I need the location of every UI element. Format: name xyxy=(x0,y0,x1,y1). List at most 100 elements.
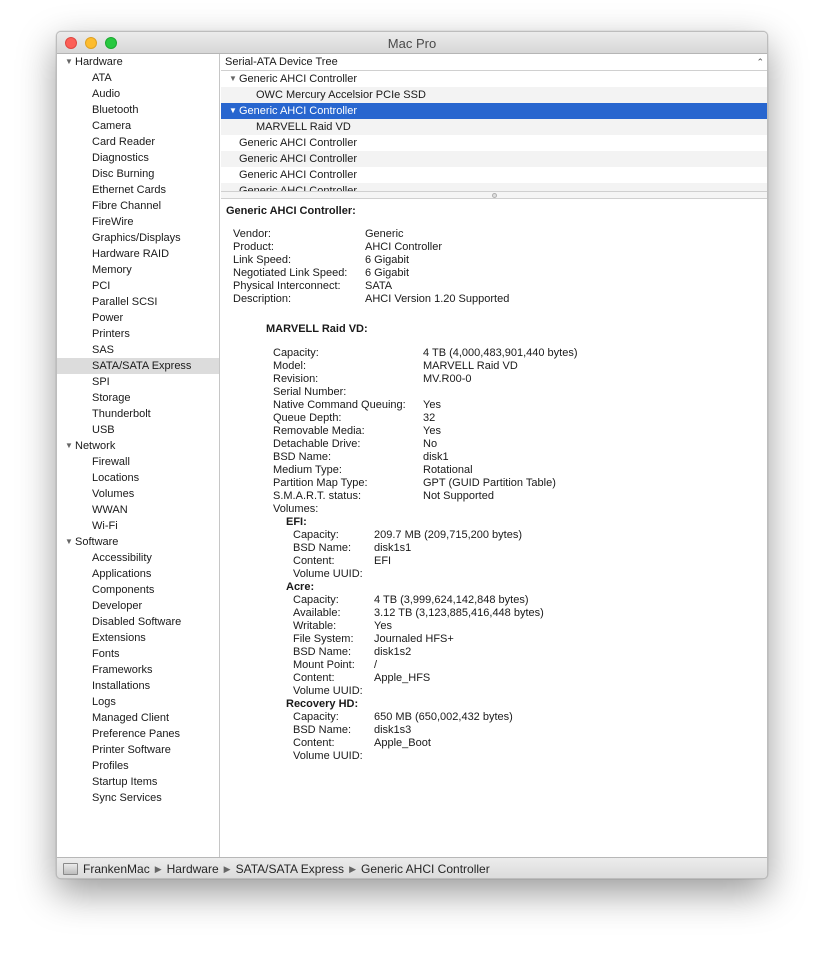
sidebar-item-hardware-raid[interactable]: Hardware RAID xyxy=(57,246,219,262)
sidebar-item-frameworks[interactable]: Frameworks xyxy=(57,662,219,678)
tree-row[interactable]: Generic AHCI Controller xyxy=(221,183,767,191)
sidebar-item-camera[interactable]: Camera xyxy=(57,118,219,134)
sidebar-item-components[interactable]: Components xyxy=(57,582,219,598)
property-value: Apple_Boot xyxy=(374,737,431,749)
sidebar-item-volumes[interactable]: Volumes xyxy=(57,486,219,502)
sidebar-item-ethernet-cards[interactable]: Ethernet Cards xyxy=(57,182,219,198)
sidebar-item-fonts[interactable]: Fonts xyxy=(57,646,219,662)
property-value: 32 xyxy=(423,412,436,424)
property-key: BSD Name: xyxy=(273,451,332,463)
property-value: disk1 xyxy=(423,451,449,463)
tree-row[interactable]: Generic AHCI Controller xyxy=(221,167,767,183)
property-value: Not Supported xyxy=(423,490,494,502)
sidebar-item-power[interactable]: Power xyxy=(57,310,219,326)
sidebar-item-memory[interactable]: Memory xyxy=(57,262,219,278)
property-key: Capacity: xyxy=(293,529,339,541)
property-value: Generic xyxy=(365,228,404,240)
sidebar-group-software[interactable]: ▼ Software xyxy=(57,534,219,550)
tree-row[interactable]: Generic AHCI Controller xyxy=(221,151,767,167)
sidebar-item-logs[interactable]: Logs xyxy=(57,694,219,710)
sidebar-item-printer-software[interactable]: Printer Software xyxy=(57,742,219,758)
sidebar-item-pci[interactable]: PCI xyxy=(57,278,219,294)
property-value: Journaled HFS+ xyxy=(374,633,454,645)
tree-row[interactable]: ▼ Generic AHCI Controller xyxy=(221,71,767,87)
breadcrumb-frankenmac[interactable]: FrankenMac xyxy=(83,862,150,876)
sidebar-group-hardware[interactable]: ▼ Hardware xyxy=(57,54,219,70)
tree-row[interactable]: Generic AHCI Controller xyxy=(221,135,767,151)
sidebar-item-sync-services[interactable]: Sync Services xyxy=(57,790,219,806)
sidebar-item-firewall[interactable]: Firewall xyxy=(57,454,219,470)
sidebar-item-sata-sata-express[interactable]: SATA/SATA Express xyxy=(57,358,219,374)
splitter-handle-icon[interactable] xyxy=(492,193,497,198)
property-value: SATA xyxy=(365,280,393,292)
sidebar-item-wi-fi[interactable]: Wi-Fi xyxy=(57,518,219,534)
sidebar-item-ata[interactable]: ATA xyxy=(57,70,219,86)
disclosure-triangle-icon[interactable]: ▼ xyxy=(65,54,75,70)
tree-row[interactable]: MARVELL Raid VD xyxy=(221,119,767,135)
property-key: Available: xyxy=(293,607,341,619)
property-key: File System: xyxy=(293,633,354,645)
breadcrumb-sata-sata-express[interactable]: SATA/SATA Express xyxy=(236,862,344,876)
sidebar-item-sas[interactable]: SAS xyxy=(57,342,219,358)
sidebar-item-extensions[interactable]: Extensions xyxy=(57,630,219,646)
chevron-up-icon[interactable]: ⌃ xyxy=(756,54,764,71)
sidebar-item-managed-client[interactable]: Managed Client xyxy=(57,710,219,726)
tree-row-label: Generic AHCI Controller xyxy=(239,73,357,85)
property-key: Volume UUID: xyxy=(293,750,363,762)
disclosure-triangle-icon[interactable]: ▼ xyxy=(229,71,239,87)
property-key: Native Command Queuing: xyxy=(273,399,406,411)
tree-row[interactable]: ▼ Generic AHCI Controller xyxy=(221,103,767,119)
sidebar-item-firewire[interactable]: FireWire xyxy=(57,214,219,230)
sidebar-item-card-reader[interactable]: Card Reader xyxy=(57,134,219,150)
sidebar-item-wwan[interactable]: WWAN xyxy=(57,502,219,518)
tree-row[interactable]: OWC Mercury Accelsior PCIe SSD xyxy=(221,87,767,103)
property-value: Yes xyxy=(374,620,392,632)
property-value: Yes xyxy=(423,399,441,411)
property-key: Volume UUID: xyxy=(293,568,363,580)
property-value: 4 TB (4,000,483,901,440 bytes) xyxy=(423,347,578,359)
sidebar-item-disc-burning[interactable]: Disc Burning xyxy=(57,166,219,182)
sidebar-item-accessibility[interactable]: Accessibility xyxy=(57,550,219,566)
sidebar-item-disabled-software[interactable]: Disabled Software xyxy=(57,614,219,630)
sidebar-item-fibre-channel[interactable]: Fibre Channel xyxy=(57,198,219,214)
sidebar-item-preference-panes[interactable]: Preference Panes xyxy=(57,726,219,742)
sidebar-group-label: Network xyxy=(75,440,116,452)
sidebar-item-parallel-scsi[interactable]: Parallel SCSI xyxy=(57,294,219,310)
sidebar-item-storage[interactable]: Storage xyxy=(57,390,219,406)
property-key: Capacity: xyxy=(293,711,339,723)
sidebar-item-installations[interactable]: Installations xyxy=(57,678,219,694)
tree-row-label: Generic AHCI Controller xyxy=(239,137,357,149)
sidebar-item-applications[interactable]: Applications xyxy=(57,566,219,582)
sidebar-item-graphics-displays[interactable]: Graphics/Displays xyxy=(57,230,219,246)
breadcrumb-generic-ahci-controller[interactable]: Generic AHCI Controller xyxy=(361,862,490,876)
property-key: BSD Name: xyxy=(293,724,352,736)
property-key: Description: xyxy=(233,293,292,305)
property-key: Link Speed: xyxy=(233,254,292,266)
disclosure-triangle-icon[interactable]: ▼ xyxy=(65,438,75,454)
sidebar-item-printers[interactable]: Printers xyxy=(57,326,219,342)
pane-splitter[interactable] xyxy=(221,191,767,199)
disclosure-triangle-icon[interactable]: ▼ xyxy=(229,103,239,119)
tree-column-header[interactable]: Serial-ATA Device Tree ⌃ xyxy=(221,54,767,71)
property-key: Content: xyxy=(293,555,335,567)
property-value: Rotational xyxy=(423,464,473,476)
sidebar-item-developer[interactable]: Developer xyxy=(57,598,219,614)
property-value: / xyxy=(374,659,378,671)
device-title: MARVELL Raid VD: xyxy=(266,323,368,335)
sidebar-item-diagnostics[interactable]: Diagnostics xyxy=(57,150,219,166)
disclosure-triangle-icon[interactable]: ▼ xyxy=(65,534,75,550)
title-bar[interactable]: Mac Pro xyxy=(57,32,767,54)
sidebar-group-network[interactable]: ▼ Network xyxy=(57,438,219,454)
path-bar: FrankenMac ▶ Hardware ▶ SATA/SATA Express ▶ Ge… xyxy=(57,857,767,878)
sidebar-item-startup-items[interactable]: Startup Items xyxy=(57,774,219,790)
property-key: Physical Interconnect: xyxy=(233,280,341,292)
sidebar-item-profiles[interactable]: Profiles xyxy=(57,758,219,774)
sidebar-item-thunderbolt[interactable]: Thunderbolt xyxy=(57,406,219,422)
sidebar-item-bluetooth[interactable]: Bluetooth xyxy=(57,102,219,118)
sidebar-item-audio[interactable]: Audio xyxy=(57,86,219,102)
breadcrumb-hardware[interactable]: Hardware xyxy=(167,862,219,876)
sidebar-item-spi[interactable]: SPI xyxy=(57,374,219,390)
sidebar-item-usb[interactable]: USB xyxy=(57,422,219,438)
sidebar-item-locations[interactable]: Locations xyxy=(57,470,219,486)
property-key: BSD Name: xyxy=(293,646,352,658)
